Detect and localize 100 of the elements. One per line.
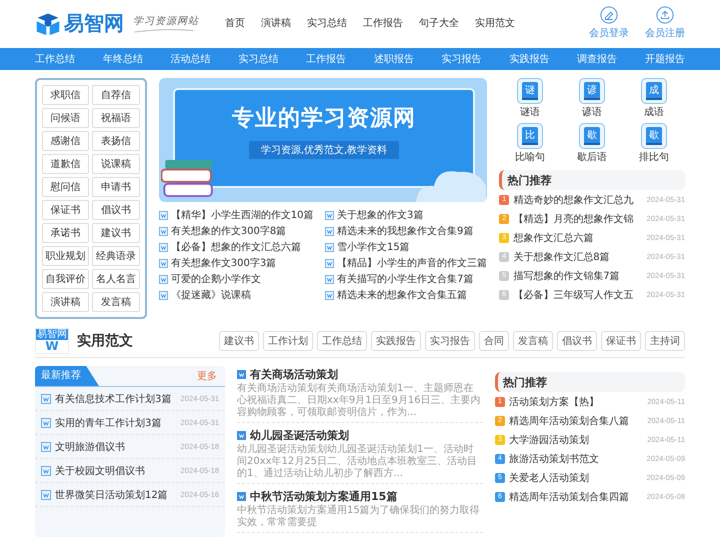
article-link[interactable]: 精选未来的我想象作文合集9篇 <box>337 224 474 238</box>
doc-icon <box>41 394 51 404</box>
latest-link[interactable]: 文明旅游倡议书 <box>55 440 177 454</box>
hot-link[interactable]: 描写想象的作文锦集7篇 <box>513 268 643 282</box>
category-link[interactable]: 承诺书 <box>42 223 90 243</box>
category-link[interactable]: 自我评价 <box>42 269 90 289</box>
latest-link[interactable]: 关于校园文明倡议书 <box>55 464 177 478</box>
tag-link[interactable]: 保证书 <box>601 331 641 351</box>
post-snippet: 有关商场活动策划有关商场活动策划1一、主题师恩在心祝福语真二、日期xx年9月1日至9月16日三、主要内容购物顾客，可领取邮资明信片，作为... <box>237 383 482 419</box>
hot-link[interactable]: 精选周年活动策划合集四篇 <box>509 490 643 504</box>
book-icon: 歇 <box>646 127 662 145</box>
hot-link[interactable]: 大学游园活动策划 <box>509 432 644 446</box>
latest-link[interactable]: 有关信息技术工作计划3篇 <box>55 392 177 406</box>
doc-icon <box>237 430 246 440</box>
tag-link[interactable]: 实习报告 <box>425 331 475 351</box>
article-link[interactable]: 有关想象的作文300字8篇 <box>170 224 286 238</box>
article-link[interactable]: 【必备】想象的作文汇总六篇 <box>170 240 301 254</box>
tag-link[interactable]: 工作计划 <box>263 331 313 351</box>
latest-link[interactable]: 世界微笑日活动策划12篇 <box>55 488 177 502</box>
category-link[interactable]: 演讲稿 <box>42 292 90 312</box>
article-link[interactable]: 关于想象的作文3篇 <box>337 208 424 222</box>
category-link[interactable]: 自荐信 <box>92 85 140 105</box>
doc-icon <box>158 274 168 284</box>
doc-icon <box>325 242 334 252</box>
hot-link[interactable]: 精选奇妙的想象作文汇总九 <box>513 192 643 206</box>
category-link[interactable]: 发言稿 <box>92 292 140 312</box>
hot-link[interactable]: 【精选】月亮的想象作文锦 <box>513 212 643 226</box>
hot-link[interactable]: 想象作文汇总六篇 <box>513 230 643 244</box>
hot-link[interactable]: 活动策划方案【热】 <box>509 394 644 408</box>
category-link[interactable]: 祝福语 <box>92 108 140 128</box>
tag-link[interactable]: 发言稿 <box>513 331 553 351</box>
category-link[interactable]: 表扬信 <box>92 131 140 151</box>
hot-link[interactable]: 关于想象作文汇总8篇 <box>513 250 643 264</box>
menu-link[interactable]: 句子大全 <box>419 16 459 30</box>
hot-link[interactable]: 旅游活动策划书范文 <box>509 452 643 466</box>
doc-icon <box>325 226 334 236</box>
post-title[interactable]: 有关商场活动策划 <box>250 366 338 382</box>
category-link[interactable]: 保证书 <box>42 200 90 220</box>
menu-link[interactable]: 演讲稿 <box>261 16 291 30</box>
tool-link[interactable]: 歇 排比句 <box>623 123 685 164</box>
tool-link[interactable]: 谜 谜语 <box>499 78 562 119</box>
tool-link[interactable]: 歇 歇后语 <box>561 123 624 164</box>
section-badge: 易智网 W <box>35 328 69 354</box>
category-link[interactable]: 求职信 <box>42 85 90 105</box>
tool-link[interactable]: 谚 谚语 <box>561 78 624 119</box>
article-link[interactable]: 有关描写的小学生作文合集7篇 <box>337 272 474 286</box>
article-link[interactable]: 【精品】小学生的声音的作文三篇 <box>337 256 487 270</box>
hot-link[interactable]: 关爱老人活动策划 <box>509 470 643 484</box>
category-link[interactable]: 道歉信 <box>42 154 90 174</box>
category-link[interactable]: 说课稿 <box>92 154 140 174</box>
doc-icon <box>325 290 334 300</box>
post-title[interactable]: 幼儿园圣诞活动策划 <box>250 428 349 442</box>
tool-link[interactable]: 比 比喻句 <box>499 123 562 164</box>
latest-link[interactable]: 实用的青年工作计划3篇 <box>55 416 177 430</box>
category-link[interactable]: 名人名言 <box>92 269 140 289</box>
tag-link[interactable]: 主持词 <box>645 331 685 351</box>
menu-link[interactable]: 实用范文 <box>475 16 515 30</box>
tag-link[interactable]: 工作总结 <box>317 331 367 351</box>
menu-link[interactable]: 工作报告 <box>363 16 403 30</box>
article-link[interactable]: 精选未来的想象作文合集五篇 <box>337 288 467 302</box>
category-link[interactable]: 经典语录 <box>92 246 140 266</box>
menu-link[interactable]: 首页 <box>225 16 245 30</box>
doc-icon <box>41 490 51 500</box>
article-link[interactable]: 雪小学作文15篇 <box>337 240 410 254</box>
hot-link[interactable]: 精选周年活动策划合集八篇 <box>509 414 644 428</box>
banner-headline: 专业的学习资源网 <box>232 105 416 133</box>
post-snippet: 中秋节活动策划方案通用15篇为了确保我们的努力取得实效，常常需要提 <box>237 505 481 529</box>
category-link[interactable]: 感谢信 <box>42 131 90 151</box>
doc-icon <box>158 258 168 268</box>
category-link[interactable]: 职业规划 <box>42 246 90 266</box>
book-icon: 成 <box>646 82 662 100</box>
book-icon: 歇 <box>584 127 600 145</box>
article-link[interactable]: 《捉迷藏》说课稿 <box>170 288 251 302</box>
category-link[interactable]: 问候语 <box>42 108 90 128</box>
article-link[interactable]: 有关想象作文300字3篇 <box>170 256 276 270</box>
doc-icon <box>325 258 334 268</box>
post-snippet: 幼儿园圣诞活动策划幼儿园圣诞活动策划1一、活动时间20xx年12月25日二、活动地点本班教室三、活动目的1、通过活动让幼儿初步了解西方... <box>237 444 478 480</box>
tag-link[interactable]: 实践报告 <box>371 331 421 351</box>
menu-link[interactable]: 实习总结 <box>307 16 347 30</box>
hot-link[interactable]: 【必备】三年级写人作文五 <box>513 288 643 302</box>
user-link[interactable]: 会员登录 <box>589 6 629 40</box>
post-title[interactable]: 中秋节活动策划方案通用15篇 <box>250 488 398 504</box>
logo-text[interactable]: 易智网 <box>64 10 124 36</box>
tool-link[interactable]: 成 成语 <box>623 78 685 119</box>
tag-link[interactable]: 合同 <box>479 331 509 351</box>
doc-icon <box>41 466 51 476</box>
section-title: 热门推荐 <box>503 374 547 390</box>
article-link[interactable]: 可爱的企鹅小学作文 <box>170 272 261 286</box>
user-link[interactable]: 会员注册 <box>645 6 685 40</box>
tag-link[interactable]: 倡议书 <box>557 331 597 351</box>
article-link[interactable]: 【精华】小学生西湖的作文10篇 <box>170 208 314 222</box>
doc-icon <box>158 290 168 300</box>
pencil-icon <box>600 6 618 24</box>
category-link[interactable]: 申请书 <box>92 177 140 197</box>
tag-link[interactable]: 建议书 <box>219 331 259 351</box>
category-link[interactable]: 建议书 <box>92 223 140 243</box>
doc-icon <box>41 418 51 428</box>
category-link[interactable]: 倡议书 <box>92 200 140 220</box>
doc-icon <box>325 274 334 284</box>
category-link[interactable]: 慰问信 <box>42 177 90 197</box>
